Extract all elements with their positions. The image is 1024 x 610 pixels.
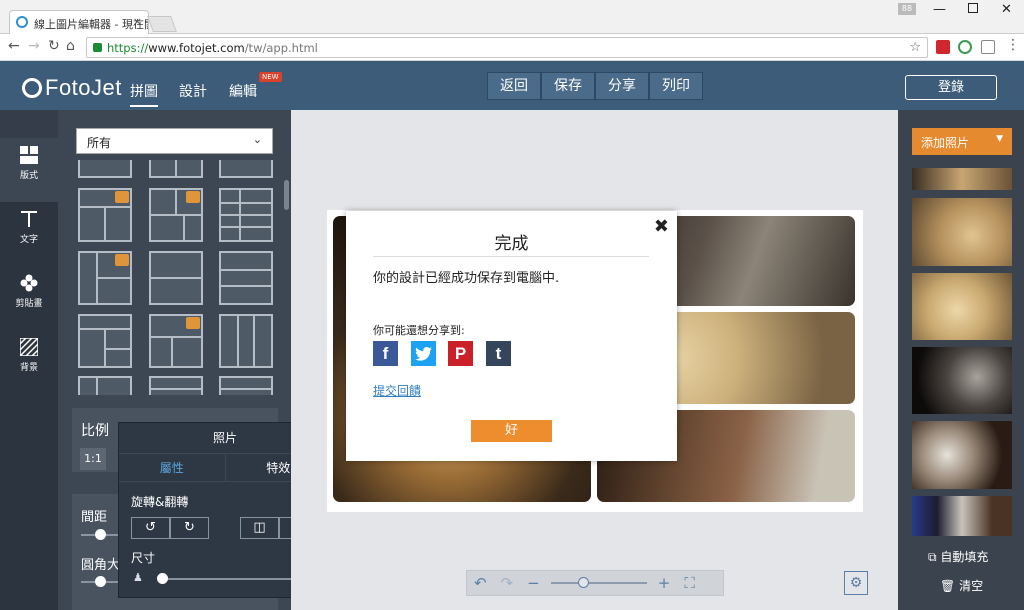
tumblr-icon[interactable]: t: [486, 341, 511, 366]
close-icon[interactable]: ✖: [654, 216, 669, 237]
dialog-message: 你的設計已經成功保存到電腦中.: [373, 271, 560, 286]
twitter-icon[interactable]: [411, 341, 436, 366]
pinterest-icon[interactable]: P: [448, 341, 473, 366]
dialog-divider: [373, 256, 649, 257]
feedback-link[interactable]: 提交回饋: [373, 382, 421, 399]
share-prompt: 你可能還想分享到:: [373, 324, 465, 337]
dialog-title: 完成: [494, 234, 529, 254]
ok-button[interactable]: 好: [471, 420, 552, 442]
save-complete-dialog: 完成 ✖ 你的設計已經成功保存到電腦中. 你可能還想分享到: f P t 提交回…: [346, 211, 677, 461]
facebook-icon[interactable]: f: [373, 341, 398, 366]
modal-overlay: 完成 ✖ 你的設計已經成功保存到電腦中. 你可能還想分享到: f P t 提交回…: [0, 0, 1024, 610]
twitter-bird-glyph: [415, 346, 432, 361]
